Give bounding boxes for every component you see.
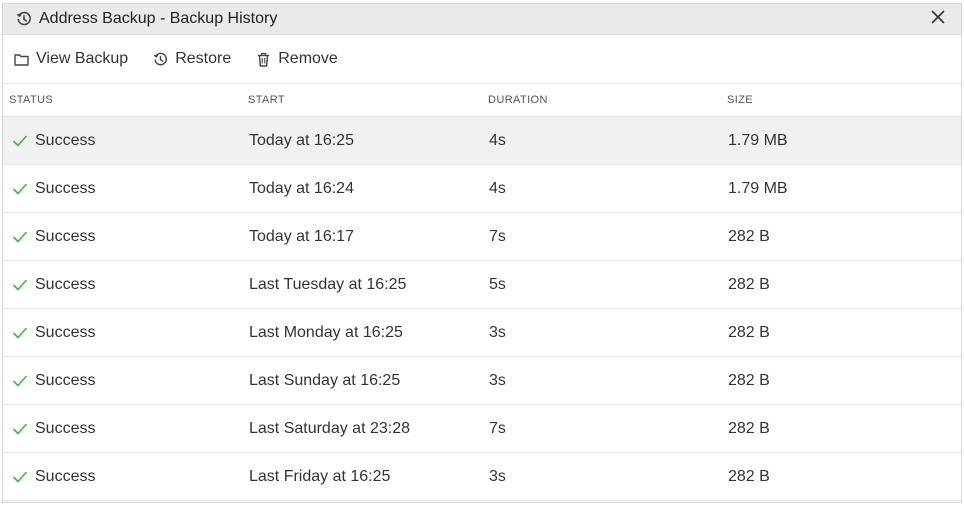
duration-cell: 3s	[489, 371, 506, 389]
status-cell: Success	[3, 324, 243, 342]
size-cell: 282 B	[728, 467, 770, 485]
table-row[interactable]: Success Last Sunday at 16:25 3s 282 B	[3, 357, 961, 405]
check-icon	[12, 421, 28, 437]
status-text: Success	[35, 371, 96, 389]
view-backup-label: View Backup	[36, 50, 129, 67]
status-cell: Success	[3, 468, 243, 486]
history-icon	[15, 10, 33, 28]
duration-cell: 5s	[489, 275, 506, 293]
status-cell: Success	[3, 132, 243, 150]
table-row[interactable]: Success Last Saturday at 23:28 7s 282 B	[3, 405, 961, 453]
folder-icon	[13, 51, 29, 67]
status-text: Success	[35, 179, 96, 197]
start-cell: Last Sunday at 16:25	[249, 371, 401, 389]
start-cell: Last Saturday at 23:28	[249, 419, 410, 437]
size-cell: 282 B	[728, 419, 770, 437]
check-icon	[12, 229, 28, 245]
remove-button[interactable]: Remove	[255, 50, 338, 68]
duration-cell: 4s	[489, 179, 506, 197]
trash-icon	[255, 51, 271, 67]
remove-label: Remove	[278, 50, 338, 67]
column-header-status[interactable]: STATUS	[3, 94, 243, 106]
column-header-start[interactable]: START	[243, 94, 483, 106]
size-cell: 282 B	[728, 275, 770, 293]
status-cell: Success	[3, 420, 243, 438]
table-row[interactable]: Success Last Friday at 16:25 3s 282 B	[3, 453, 961, 501]
check-icon	[12, 181, 28, 197]
size-cell: 1.79 MB	[728, 131, 788, 149]
backup-history-dialog: Address Backup - Backup History View Bac…	[2, 3, 962, 503]
status-text: Success	[35, 419, 96, 437]
status-cell: Success	[3, 372, 243, 390]
table-body: Success Today at 16:25 4s 1.79 MB Success Tod…	[3, 117, 961, 501]
table-row[interactable]: Success Last Tuesday at 16:25 5s 282 B	[3, 261, 961, 309]
start-cell: Last Friday at 16:25	[249, 467, 391, 485]
check-icon	[12, 325, 28, 341]
check-icon	[12, 469, 28, 485]
status-text: Success	[35, 323, 96, 341]
start-cell: Today at 16:24	[249, 179, 354, 197]
check-icon	[12, 133, 28, 149]
restore-button[interactable]: Restore	[152, 50, 231, 68]
size-cell: 1.79 MB	[728, 179, 788, 197]
close-icon	[931, 10, 945, 29]
close-button[interactable]	[929, 10, 947, 28]
table-row[interactable]: Success Last Monday at 16:25 3s 282 B	[3, 309, 961, 357]
start-cell: Last Tuesday at 16:25	[249, 275, 407, 293]
status-text: Success	[35, 131, 96, 149]
duration-cell: 7s	[489, 419, 506, 437]
start-cell: Last Monday at 16:25	[249, 323, 403, 341]
start-cell: Today at 16:17	[249, 227, 354, 245]
size-cell: 282 B	[728, 371, 770, 389]
table-header: STATUS START DURATION SIZE	[3, 84, 961, 117]
view-backup-button[interactable]: View Backup	[13, 50, 128, 68]
history-icon	[152, 51, 168, 67]
status-cell: Success	[3, 228, 243, 246]
table-row[interactable]: Success Today at 16:17 7s 282 B	[3, 213, 961, 261]
status-text: Success	[35, 467, 96, 485]
check-icon	[12, 373, 28, 389]
check-icon	[12, 277, 28, 293]
dialog-title: Address Backup - Backup History	[39, 10, 278, 27]
toolbar: View Backup Restore Remove	[3, 35, 961, 84]
column-header-size[interactable]: SIZE	[722, 94, 961, 106]
duration-cell: 3s	[489, 323, 506, 341]
start-cell: Today at 16:25	[249, 131, 354, 149]
restore-label: Restore	[175, 50, 232, 67]
status-cell: Success	[3, 276, 243, 294]
status-text: Success	[35, 275, 96, 293]
duration-cell: 7s	[489, 227, 506, 245]
status-text: Success	[35, 227, 96, 245]
duration-cell: 3s	[489, 467, 506, 485]
dialog-titlebar: Address Backup - Backup History	[3, 4, 961, 35]
size-cell: 282 B	[728, 227, 770, 245]
status-cell: Success	[3, 180, 243, 198]
column-header-duration[interactable]: DURATION	[483, 94, 722, 106]
size-cell: 282 B	[728, 323, 770, 341]
table-row[interactable]: Success Today at 16:25 4s 1.79 MB	[3, 117, 961, 165]
duration-cell: 4s	[489, 131, 506, 149]
table-row[interactable]: Success Today at 16:24 4s 1.79 MB	[3, 165, 961, 213]
